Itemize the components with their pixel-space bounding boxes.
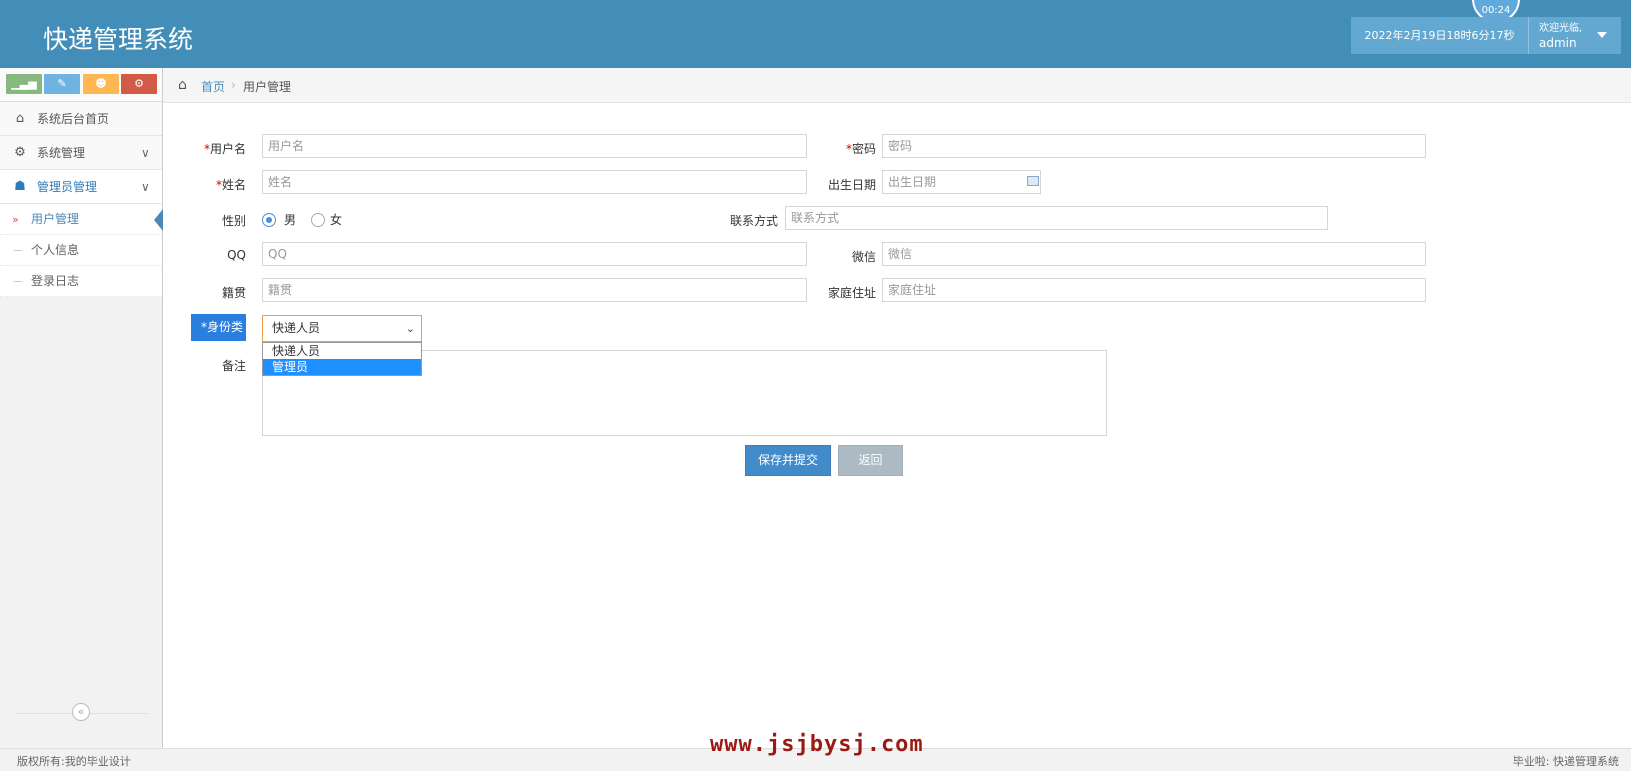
breadcrumb-separator: ›	[231, 78, 236, 92]
welcome-text: 欢迎光临,	[1539, 23, 1583, 34]
qq-input[interactable]: QQ	[262, 242, 807, 266]
address-input[interactable]: 家庭住址	[882, 278, 1426, 302]
username-menu[interactable]: admin	[1539, 36, 1577, 50]
current-datetime: 2022年2月19日18时6分17秒	[1364, 29, 1515, 42]
tree-line	[14, 250, 22, 251]
sidebar-item-label: 系统后台首页	[37, 112, 110, 126]
breadcrumb-current: 用户管理	[243, 80, 292, 94]
sidebar-item-home[interactable]: ⌂ 系统后台首页	[0, 102, 162, 136]
copyright-text: 版权所有:我的毕业设计	[17, 755, 131, 768]
sidebar-item-user-management[interactable]: » 用户管理	[0, 204, 163, 235]
sidebar-item-label: 系统管理	[37, 146, 86, 160]
sidebar-item-profile[interactable]: 个人信息	[0, 235, 162, 266]
chevron-down-icon: ∨	[141, 146, 150, 160]
gender-male-radio[interactable]	[262, 213, 276, 227]
tree-line	[14, 281, 22, 282]
birthdate-label: 出生日期	[827, 178, 876, 192]
sidebar-item-label: 用户管理	[31, 212, 80, 226]
sidebar-item-label: 个人信息	[31, 243, 80, 257]
wechat-label: 微信	[851, 250, 876, 264]
cogs-icon[interactable]: ⚙	[121, 74, 157, 94]
group-icon[interactable]: ☻	[83, 74, 119, 94]
idtype-option-courier[interactable]: 快递人员	[263, 343, 421, 359]
native-place-label: 籍贯	[221, 286, 246, 300]
chevron-down-icon: ⌄	[405, 322, 415, 335]
active-indicator	[154, 209, 163, 231]
footer-right-text: 毕业啦: 快递管理系统	[1512, 755, 1619, 768]
name-input[interactable]: 姓名	[262, 170, 807, 194]
idtype-label: *身份类型	[191, 314, 246, 361]
sidebar-item-label: 管理员管理	[37, 180, 98, 194]
save-submit-button[interactable]: 保存并提交	[745, 445, 831, 476]
chevron-down-icon: ∨	[141, 180, 150, 194]
name-label: *姓名	[215, 178, 246, 192]
app-title: 快递管理系统	[43, 25, 194, 54]
native-place-input[interactable]: 籍贯	[262, 278, 807, 302]
sidebar-item-system[interactable]: ⚙ 系统管理 ∨	[0, 136, 162, 170]
gender-female-radio[interactable]	[311, 213, 325, 227]
home-icon: ⌂	[15, 111, 25, 126]
collapse-sidebar-icon[interactable]: «	[72, 703, 90, 721]
breadcrumb-home[interactable]: 首页	[201, 78, 225, 95]
submenu: » 用户管理 个人信息 登录日志	[0, 204, 163, 297]
caret-down-icon[interactable]	[1597, 32, 1607, 38]
back-button[interactable]: 返回	[838, 445, 903, 476]
gender-male-text: 男	[284, 213, 297, 227]
users-icon: ☗	[14, 179, 26, 194]
wechat-input[interactable]: 微信	[882, 242, 1426, 266]
idtype-select[interactable]: 快递人员 ⌄	[262, 315, 422, 342]
home-icon[interactable]: ⌂	[178, 77, 187, 93]
gender-female-text: 女	[330, 213, 343, 227]
username-label: *用户名	[203, 142, 246, 156]
sidebar: ▁▃▅ ✎ ☻ ⚙ ⌂ 系统后台首页 ⚙ 系统管理 ∨ ☗ 管理员管理 ∨ » …	[0, 68, 163, 748]
sidebar-item-label: 登录日志	[31, 274, 80, 288]
contact-label: 联系方式	[729, 214, 778, 228]
nav-menu: ⌂ 系统后台首页 ⚙ 系统管理 ∨ ☗ 管理员管理 ∨ » 用户管理 个人信息	[0, 102, 163, 297]
pencil-icon[interactable]: ✎	[44, 74, 80, 94]
gender-label: 性别	[221, 214, 246, 228]
sidebar-item-login-log[interactable]: 登录日志	[0, 266, 162, 297]
top-header: 快递管理系统 00:24 2022年2月19日18时6分17秒 欢迎光临, ad…	[0, 0, 1631, 68]
idtype-selected-value: 快递人员	[272, 321, 321, 335]
username-input[interactable]: 用户名	[262, 134, 807, 158]
password-input[interactable]: 密码	[882, 134, 1426, 158]
idtype-dropdown: 快递人员 管理员	[262, 342, 422, 376]
password-label: *密码	[845, 142, 876, 156]
header-divider	[1528, 17, 1529, 54]
shortcut-bar: ▁▃▅ ✎ ☻ ⚙	[0, 68, 162, 102]
birthdate-input[interactable]: 出生日期	[882, 170, 1041, 194]
breadcrumb: ⌂ 首页 › 用户管理	[163, 68, 1631, 103]
calendar-icon[interactable]	[1027, 176, 1039, 186]
cogs-icon: ⚙	[14, 145, 26, 160]
double-angle-right-icon: »	[12, 213, 19, 226]
contact-input[interactable]: 联系方式	[785, 206, 1328, 230]
idtype-option-admin[interactable]: 管理员	[263, 359, 421, 375]
signal-icon[interactable]: ▁▃▅	[6, 74, 42, 94]
sidebar-item-admin[interactable]: ☗ 管理员管理 ∨	[0, 170, 162, 204]
address-label: 家庭住址	[827, 286, 876, 300]
qq-label: QQ	[227, 248, 246, 262]
watermark-text: www.jsjbysj.com	[710, 732, 924, 757]
